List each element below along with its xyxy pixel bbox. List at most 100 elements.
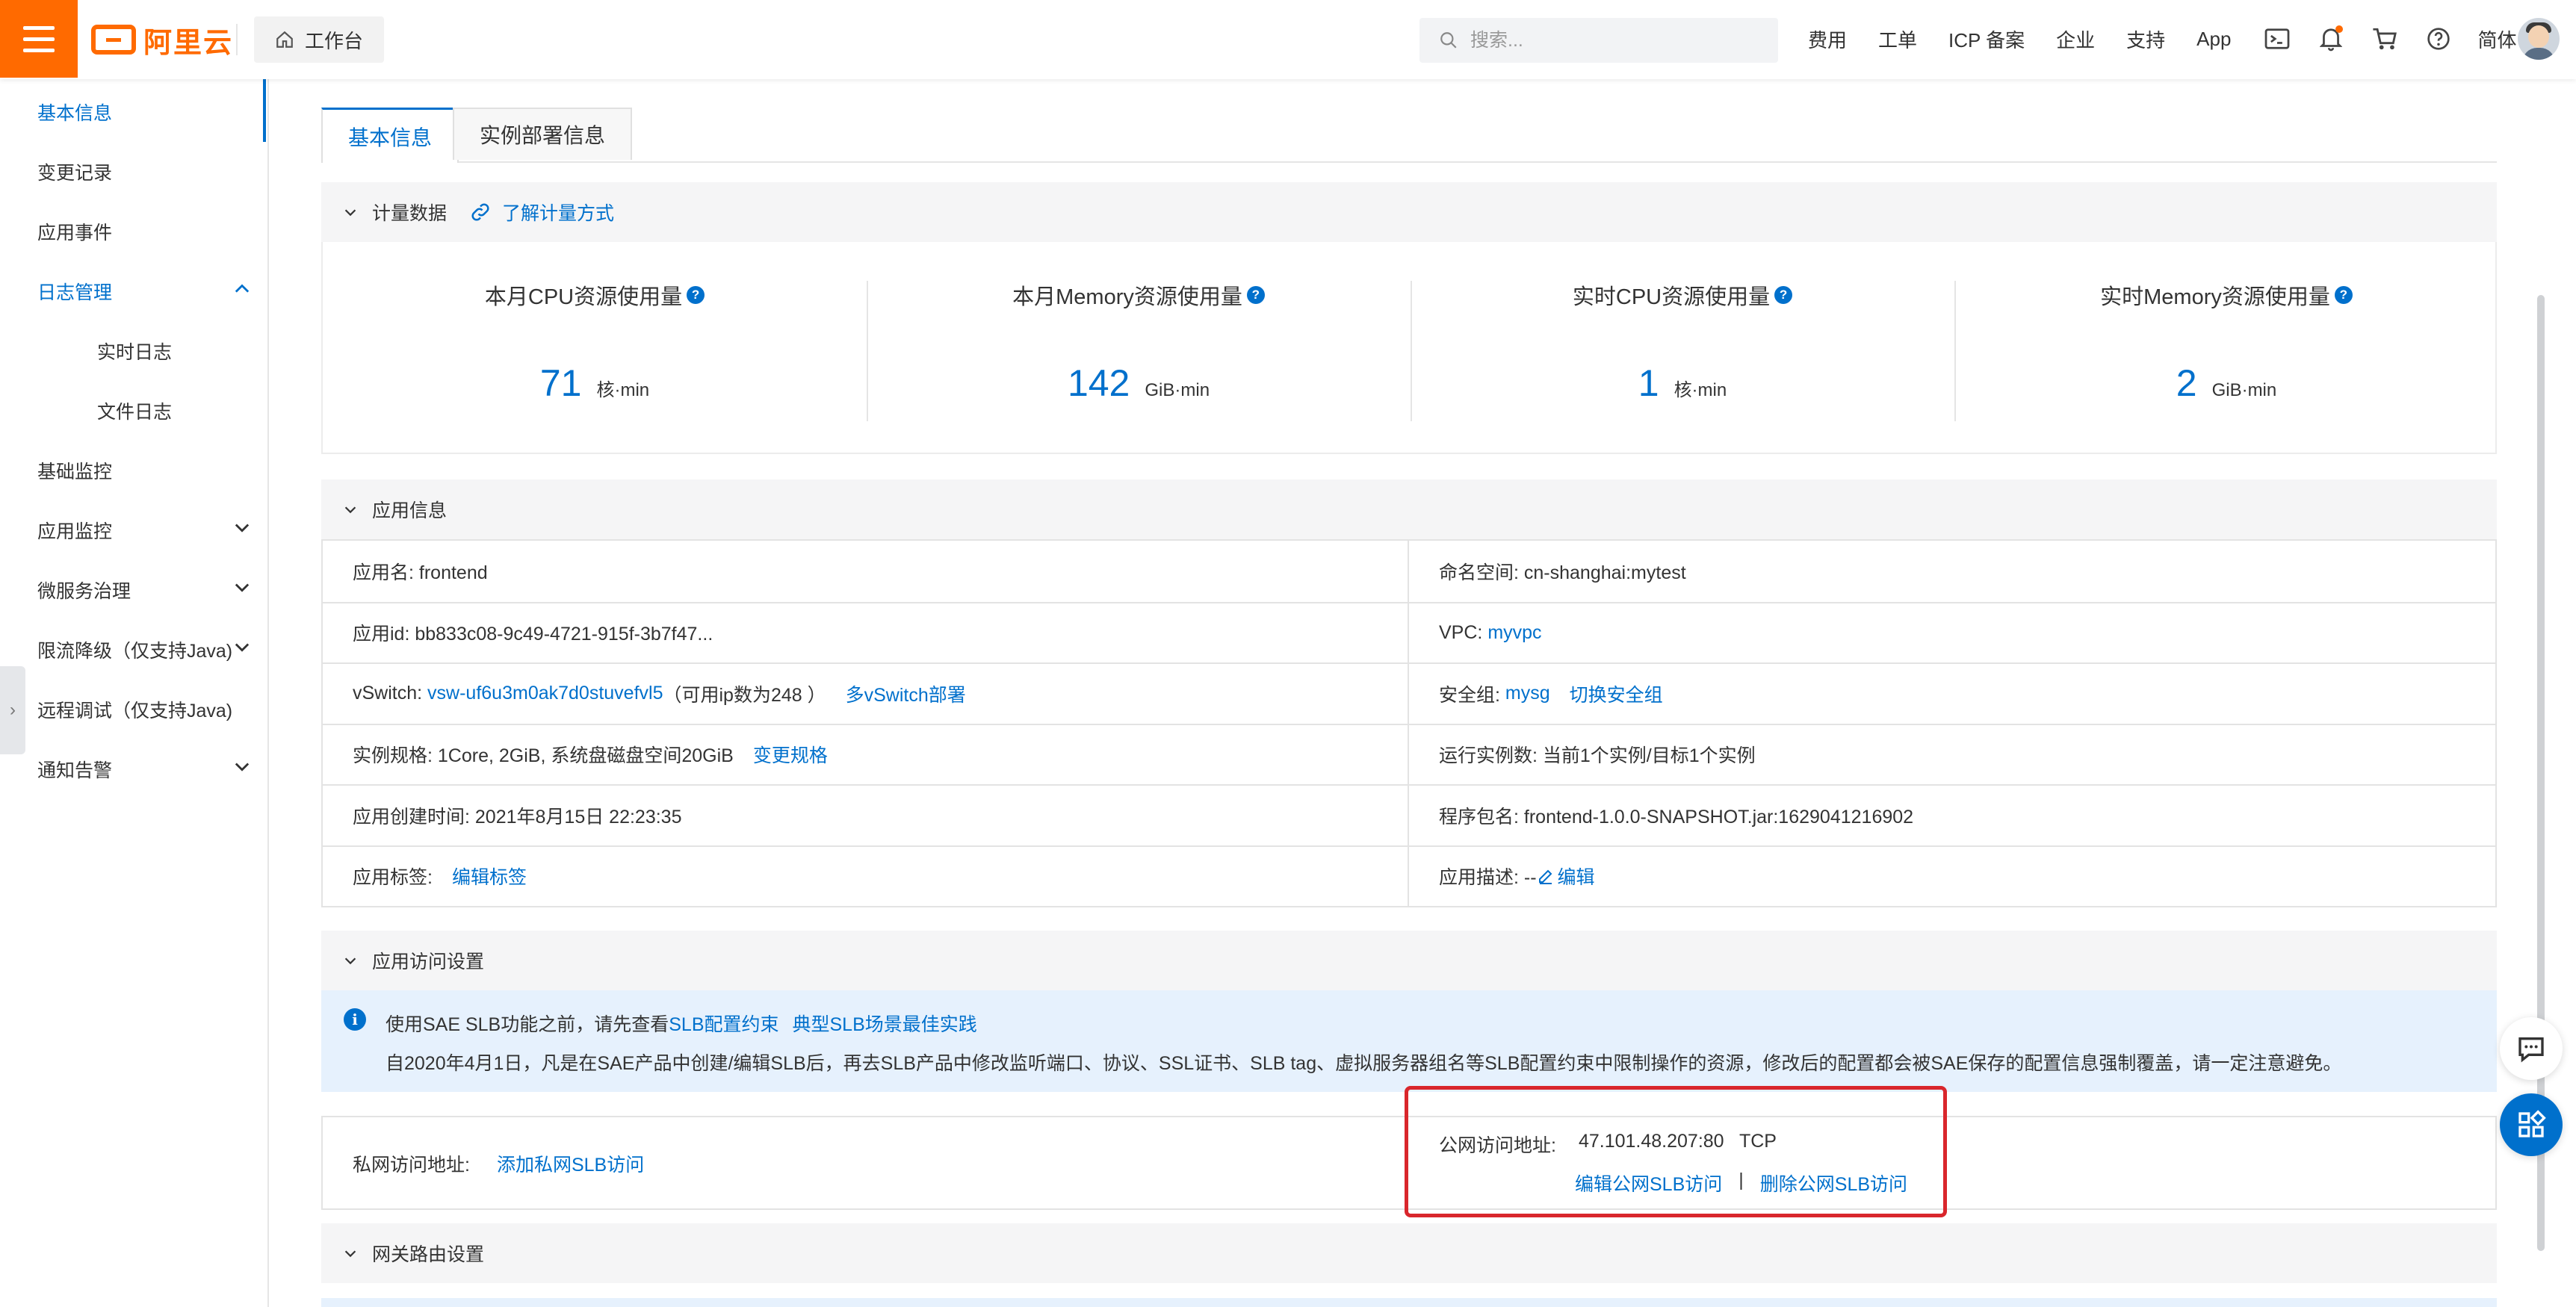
sidebar-item-realtime-log[interactable]: 实时日志 [97,338,172,364]
question-icon[interactable]: ? [1774,286,1793,304]
search-icon [1440,32,1457,49]
nav-tickets[interactable]: 工单 [1878,25,1917,53]
sidebar-item-microservice[interactable]: 微服务治理 [37,577,131,603]
change-spec-link[interactable]: 变更规格 [753,741,828,768]
chat-icon [2518,1037,2544,1063]
avatar[interactable] [2518,18,2560,60]
top-nav: 费用 工单 ICP 备案 企业 支持 App 简体 [1808,0,2548,78]
active-indicator [263,79,266,142]
chevron-down-icon[interactable] [232,636,253,657]
app-info-section-header[interactable]: 应用信息 [321,479,2497,539]
logo-text: 阿里云 [143,27,234,59]
edit-desc-link[interactable]: 编辑 [1558,863,1595,890]
table-row: 实例规格: 1Core, 2GiB, 系统盘磁盘空间20GiB 变更规格 运行实… [323,723,2495,784]
add-private-slb-link[interactable]: 添加私网SLB访问 [497,1150,644,1177]
help-icon[interactable] [2424,24,2453,54]
edit-tags-link[interactable]: 编辑标签 [452,863,527,890]
table-row: 应用标签: 编辑标签 应用描述: -- 编辑 [323,845,2495,907]
nav-fees[interactable]: 费用 [1808,25,1847,53]
slb-constraints-link[interactable]: SLB配置约束 [669,1014,778,1035]
search-input[interactable] [1469,28,1756,52]
tab-bar: 基本信息 实例部署信息 [321,102,2497,163]
cart-icon[interactable] [2370,24,2400,54]
sg-label: 安全组: [1439,684,1500,706]
chevron-up-icon[interactable] [232,278,253,299]
chat-button[interactable] [2500,1017,2563,1080]
sidebar-collapse-handle[interactable]: › [0,666,25,754]
section-title: 计量数据 [372,203,448,224]
chevron-down-icon[interactable] [232,517,253,538]
search-box[interactable] [1419,18,1778,63]
nav-enterprise[interactable]: 企业 [2056,25,2095,53]
metric-unit: 核·min [596,380,650,400]
sidebar-item-app-monitor[interactable]: 应用监控 [37,517,112,544]
question-icon[interactable]: ? [1246,286,1265,304]
sidebar-item-basic-monitor[interactable]: 基础监控 [37,457,112,484]
chevron-down-icon [344,506,356,514]
spec-text: 实例规格: 1Core, 2GiB, 系统盘磁盘空间20GiB [353,745,734,767]
language-switch[interactable]: 简体 [2477,25,2516,53]
tab-instance-deploy[interactable]: 实例部署信息 [453,108,633,160]
table-row: 应用创建时间: 2021年8月15日 22:23:35 程序包名: fronte… [323,784,2495,845]
sidebar-item-basic-info[interactable]: 基本信息 [37,99,112,125]
sidebar-item-change-log[interactable]: 变更记录 [37,158,112,185]
sidebar-item-file-log[interactable]: 文件日志 [97,397,172,424]
vpc-link[interactable]: myvpc [1487,622,1541,644]
vswitch-cell: vSwitch: vsw-uf6u3m0ak7d0stuvefvl5 （可用ip数… [323,664,1409,724]
sidebar-item-rate-limit[interactable]: 限流降级（仅支持Java) [37,636,232,663]
spec-cell: 实例规格: 1Core, 2GiB, 系统盘磁盘空间20GiB 变更规格 [323,724,1409,784]
metric-month-memory: 本月Memory资源使用量? 142 GiB·min [867,242,1411,454]
metric-label: 本月CPU资源使用量 [484,285,683,309]
switch-sg-link[interactable]: 切换安全组 [1570,680,1663,707]
multi-vswitch-link[interactable]: 多vSwitch部署 [846,680,966,707]
app-info-table: 应用名: frontend 命名空间: cn-shanghai:mytest 应… [321,539,2497,907]
question-icon[interactable]: ? [687,286,705,304]
metric-label: 本月Memory资源使用量 [1012,285,1242,309]
metrics-panel: 本月CPU资源使用量? 71 核·min 本月Memory资源使用量? 142 Gi… [321,242,2497,454]
vpc-label: VPC: [1439,621,1483,643]
chevron-down-icon[interactable] [232,577,253,597]
edit-icon[interactable] [1537,867,1555,885]
nav-icp[interactable]: ICP 备案 [1948,25,2025,53]
metric-value: 71 [539,362,582,404]
workbench-button[interactable]: 工作台 [254,16,385,63]
sidebar-item-remote-debug[interactable]: 远程调试（仅支持Java) [37,696,232,723]
sg-link[interactable]: mysg [1505,683,1550,704]
main-content: 基本信息 实例部署信息 计量数据 了解计量方式 本月CPU资源使用量? 71 核·… [269,79,2555,1307]
apps-button[interactable] [2500,1093,2563,1156]
aliyun-logo[interactable]: 阿里云 [91,21,234,59]
menu-button[interactable] [0,0,78,78]
description-cell: 应用描述: -- 编辑 [1409,847,2495,907]
slb-best-practice-link[interactable]: 典型SLB场景最佳实践 [793,1014,977,1035]
bell-icon[interactable] [2316,24,2346,54]
question-icon[interactable]: ? [2334,286,2353,304]
table-row: 应用名: frontend 命名空间: cn-shanghai:mytest [323,541,2495,602]
section-title: 网关路由设置 [372,1244,485,1265]
vswitch-label: vSwitch: [353,683,423,704]
private-label: 私网访问地址: [353,1155,470,1176]
vswitch-link[interactable]: vsw-uf6u3m0ak7d0stuvefvl5 [427,683,663,704]
terminal-icon[interactable] [2262,24,2292,54]
top-bar: 阿里云 工作台 费用 工单 ICP 备案 企业 支持 App 简体 [0,0,2576,79]
access-section-header[interactable]: 应用访问设置 [321,931,2497,990]
nav-support[interactable]: 支持 [2126,25,2165,53]
metric-value: 142 [1067,362,1130,404]
chevron-down-icon[interactable] [232,756,253,777]
tab-basic-info[interactable]: 基本信息 [321,108,459,163]
section-title: 应用信息 [372,500,448,521]
sidebar-item-app-events[interactable]: 应用事件 [37,218,112,245]
sidebar-item-log-management[interactable]: 日志管理 [37,278,112,305]
metric-value: 2 [2176,362,2197,404]
security-group-cell: 安全组: mysg 切换安全组 [1409,664,2495,724]
metric-label: 实时Memory资源使用量 [2100,285,2330,309]
chevron-down-icon [344,1250,356,1258]
gateway-section-header[interactable]: 网关路由设置 [321,1223,2497,1283]
section-title: 应用访问设置 [372,951,485,972]
metering-method-link[interactable]: 了解计量方式 [469,199,614,226]
sidebar-item-alerts[interactable]: 通知告警 [37,756,112,783]
info-icon: i [344,1008,366,1031]
workbench-label: 工作台 [305,29,364,52]
chevron-right-icon: › [10,700,16,720]
metering-section-header[interactable]: 计量数据 了解计量方式 [321,182,2497,242]
nav-app[interactable]: App [2196,28,2231,51]
